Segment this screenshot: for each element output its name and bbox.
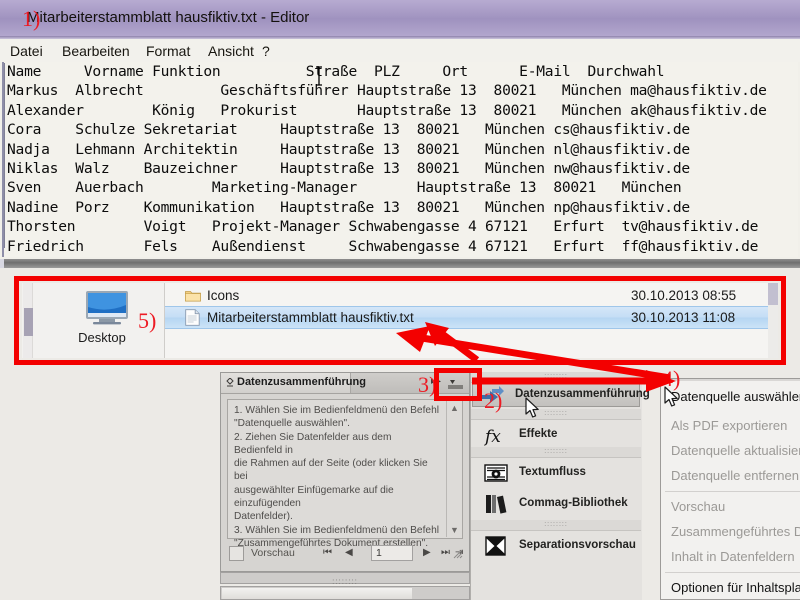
diamond-handle-icon (226, 378, 234, 387)
annotation-step-2: 2) (484, 388, 503, 413)
mouse-cursor-icon (664, 386, 678, 407)
panel-drag-handle[interactable]: :::::::: (220, 572, 470, 586)
notepad-window: Mitarbeiterstammblatt hausfiktiv.txt - E… (0, 0, 800, 268)
separations-icon (485, 536, 506, 556)
document-scrollbar[interactable] (220, 586, 470, 600)
dock-group-handle[interactable]: :::::::: (471, 520, 641, 531)
annotation-box-panel-menu (434, 368, 482, 401)
annotation-step-1: 1) (22, 6, 41, 31)
datamerge-instructions-box: 1. Wählen Sie im Bedienfeldmenü den Befe… (227, 399, 463, 549)
prev-record-icon[interactable]: ◀ (345, 547, 353, 558)
menu-item-datenquelle-auswaehlen[interactable]: Datenquelle auswählen (671, 389, 800, 404)
last-record-icon[interactable]: ⏭ (441, 547, 450, 558)
text-caret (4, 63, 5, 248)
menu-item-datenquelle-aktualisieren[interactable]: Datenquelle aktualisieren (671, 443, 800, 458)
menu-top-edge (661, 379, 800, 381)
preview-label: Vorschau (251, 547, 295, 559)
menu-item-datenquelle-entfernen[interactable]: Datenquelle entfernen (671, 468, 799, 483)
preview-checkbox[interactable] (229, 546, 244, 561)
notepad-titlebar[interactable]: Mitarbeiterstammblatt hausfiktiv.txt - E… (0, 0, 800, 39)
ibeam-cursor-icon (316, 66, 322, 86)
library-icon (486, 495, 507, 514)
drag-dots-icon: :::::::: (332, 577, 358, 586)
menu-separator (665, 491, 800, 492)
record-number-value: 1 (376, 547, 382, 559)
notepad-content: Name Vorname Funktion Straße PLZ Ort E-M… (7, 63, 767, 255)
dock-item-separationsvorschau[interactable]: Separationsvorschau (471, 531, 641, 567)
scroll-down-icon[interactable]: ▼ (450, 525, 459, 535)
next-record-icon[interactable]: ▶ (423, 547, 431, 558)
tab-datenzusammenfuehrung[interactable]: Datenzusammenführung (221, 373, 366, 393)
notepad-menubar: Datei Bearbeiten Format Ansicht ? (0, 40, 800, 62)
menu-help[interactable]: ? (262, 43, 270, 59)
menu-item-optionen-fuer-inhaltsplatzierung[interactable]: Optionen für Inhaltsplatzierung (671, 580, 800, 595)
document-scroll-thumb[interactable] (222, 588, 412, 599)
menu-datei[interactable]: Datei (10, 43, 43, 59)
dock-item-label: Textumfluss (519, 466, 586, 478)
datamerge-instructions: 1. Wählen Sie im Bedienfeldmenü den Befe… (234, 405, 440, 549)
svg-text:fx: fx (483, 427, 501, 447)
annotation-step-5: 5) (138, 308, 157, 333)
dock-group-handle[interactable]: :::::::: (471, 447, 641, 458)
dock-item-label: Effekte (519, 428, 558, 440)
datamerge-panel: Datenzusammenführung ▸▸ 1. Wählen Sie im… (220, 372, 470, 572)
notepad-title: Mitarbeiterstammblatt hausfiktiv.txt - E… (27, 9, 310, 26)
menu-item-als-pdf-exportieren[interactable]: Als PDF exportieren (671, 418, 787, 433)
menu-item-vorschau[interactable]: Vorschau (671, 499, 725, 514)
menu-separator (665, 572, 800, 573)
menu-item-zusammengefuehrtes-dokument[interactable]: Zusammengeführtes Dokument (671, 524, 800, 539)
annotation-box-explorer (14, 276, 786, 365)
record-number-input[interactable]: 1 (371, 545, 413, 561)
mouse-cursor-icon (525, 397, 539, 418)
dock-item-label: Commag-Bibliothek (519, 497, 628, 509)
menu-format[interactable]: Format (146, 43, 190, 59)
notepad-scroll-nub[interactable] (0, 259, 4, 268)
scroll-up-icon[interactable]: ▲ (450, 403, 459, 413)
datamerge-panel-footer: Vorschau ⏮ ◀ 1 ▶ ⏭ ⇥ (227, 543, 463, 565)
menu-item-inhalt-in-datenfeldern[interactable]: Inhalt in Datenfeldern (671, 549, 795, 564)
tab-label: Datenzusammenführung (237, 376, 366, 388)
textwrap-icon (484, 464, 508, 482)
menu-ansicht[interactable]: Ansicht (208, 43, 254, 59)
dock-item-label: Separationsvorschau (519, 539, 636, 551)
instructions-scrollbar[interactable]: ▲ ▼ (446, 401, 461, 537)
resize-grip-icon[interactable] (453, 549, 463, 559)
notepad-textarea[interactable]: Name Vorname Funktion Straße PLZ Ort E-M… (2, 62, 798, 257)
notepad-bottom-scrollbar[interactable] (0, 259, 800, 268)
menu-bearbeiten[interactable]: Bearbeiten (62, 43, 130, 59)
first-record-icon[interactable]: ⏮ (323, 547, 332, 558)
fx-icon: fx (483, 427, 501, 447)
panel-flyout-menu: Datenquelle auswählen Als PDF exportiere… (660, 378, 800, 600)
